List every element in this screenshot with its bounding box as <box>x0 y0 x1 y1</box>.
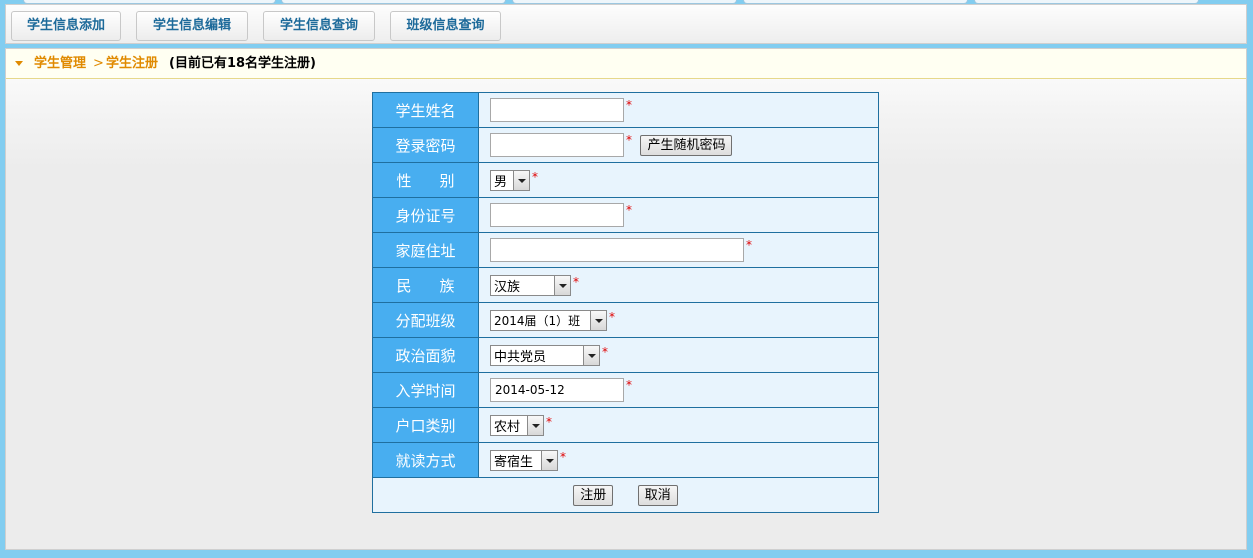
cancel-button[interactable]: 取消 <box>637 484 678 506</box>
required-mark: * <box>746 238 752 252</box>
required-mark: * <box>609 309 615 324</box>
dropdown-arrow-icon[interactable] <box>590 310 606 330</box>
class-select[interactable]: 2014届（1）班 <box>490 309 607 331</box>
hukou-type-select-value: 农村 <box>494 419 521 435</box>
dropdown-arrow-icon[interactable] <box>541 450 557 470</box>
required-mark: * <box>626 98 632 112</box>
study-mode-select-value: 寄宿生 <box>494 454 534 470</box>
generate-password-button[interactable]: 产生随机密码 <box>640 134 733 156</box>
registration-count-note: (目前已有18名学生注册) <box>169 56 316 71</box>
form-row-actions: 注册 取消 <box>372 477 879 513</box>
hukou-type-label: 户口类别 <box>372 407 479 443</box>
add-student-button[interactable]: 学生信息添加 <box>11 11 121 41</box>
dropdown-arrow-icon[interactable] <box>513 170 529 190</box>
ethnicity-select-value: 汉族 <box>494 279 521 295</box>
required-mark: * <box>573 274 579 289</box>
hukou-type-select[interactable]: 农村 <box>490 414 544 436</box>
required-mark: * <box>626 133 632 147</box>
form-row-hukou: 户口类别 农村 * <box>372 407 879 443</box>
id-number-label: 身份证号 <box>372 197 479 233</box>
required-mark: * <box>602 344 608 359</box>
form-row-name: 学生姓名 * <box>372 92 879 128</box>
form-row-political: 政治面貌 中共党员 * <box>372 337 879 373</box>
ethnicity-label-char: 族 <box>439 276 455 295</box>
gender-select-value: 男 <box>494 174 508 190</box>
password-label: 登录密码 <box>372 127 479 163</box>
password-input[interactable] <box>490 133 624 157</box>
form-row-address: 家庭住址 * <box>372 232 879 268</box>
address-input[interactable] <box>490 238 744 262</box>
study-mode-label: 就读方式 <box>372 442 479 478</box>
breadcrumb-separator: > <box>93 56 104 71</box>
query-class-button[interactable]: 班级信息查询 <box>390 11 501 41</box>
required-mark: * <box>532 169 538 184</box>
required-mark: * <box>626 203 632 217</box>
gender-label: 性别 <box>372 162 479 198</box>
gender-label-char: 别 <box>439 171 455 190</box>
register-button[interactable]: 注册 <box>573 484 614 506</box>
gender-select[interactable]: 男 <box>490 169 530 191</box>
form-row-ethnicity: 民族 汉族 * <box>372 267 879 303</box>
toolbar: 学生信息添加 学生信息编辑 学生信息查询 班级信息查询 <box>5 4 1247 44</box>
name-label: 学生姓名 <box>372 92 479 128</box>
content-panel: 学生管理 > 学生注册 (目前已有18名学生注册) 学生姓名 * 登录密码 * … <box>5 48 1247 550</box>
class-select-value: 2014届（1）班 <box>494 313 581 328</box>
breadcrumb-student-registration[interactable]: 学生注册 <box>106 49 158 78</box>
student-name-input[interactable] <box>490 98 624 122</box>
breadcrumb-student-management[interactable]: 学生管理 <box>34 49 86 78</box>
dropdown-arrow-icon[interactable] <box>554 275 570 295</box>
form-row-enroll-date: 入学时间 * <box>372 372 879 408</box>
enroll-date-label: 入学时间 <box>372 372 479 408</box>
dropdown-arrow-icon[interactable] <box>583 345 599 365</box>
form-actions: 注册 取消 <box>372 477 879 513</box>
id-number-input[interactable] <box>490 203 624 227</box>
query-student-button[interactable]: 学生信息查询 <box>263 11 375 41</box>
required-mark: * <box>560 449 566 464</box>
ethnicity-label-char: 民 <box>396 276 412 295</box>
required-mark: * <box>546 414 552 429</box>
form-row-password: 登录密码 * 产生随机密码 <box>372 127 879 163</box>
study-mode-select[interactable]: 寄宿生 <box>490 449 558 471</box>
ethnicity-label: 民族 <box>372 267 479 303</box>
form-row-study-mode: 就读方式 寄宿生 * <box>372 442 879 478</box>
breadcrumb: 学生管理 > 学生注册 (目前已有18名学生注册) <box>6 49 1246 79</box>
form-row-class: 分配班级 2014届（1）班 * <box>372 302 879 338</box>
gender-label-char: 性 <box>396 171 412 190</box>
political-status-label: 政治面貌 <box>372 337 479 373</box>
registration-form: 学生姓名 * 登录密码 * 产生随机密码 性别 男 * 身份证号 * 家庭住址 … <box>372 92 879 513</box>
political-status-select-value: 中共党员 <box>494 349 547 365</box>
dropdown-arrow-icon[interactable] <box>527 415 543 435</box>
form-row-gender: 性别 男 * <box>372 162 879 198</box>
required-mark: * <box>626 378 632 392</box>
ethnicity-select[interactable]: 汉族 <box>490 274 571 296</box>
edit-student-button[interactable]: 学生信息编辑 <box>136 11 248 41</box>
enroll-date-input[interactable] <box>490 378 624 402</box>
form-row-id: 身份证号 * <box>372 197 879 233</box>
class-label: 分配班级 <box>372 302 479 338</box>
address-label: 家庭住址 <box>372 232 479 268</box>
political-status-select[interactable]: 中共党员 <box>490 344 600 366</box>
caret-down-icon <box>15 61 23 66</box>
